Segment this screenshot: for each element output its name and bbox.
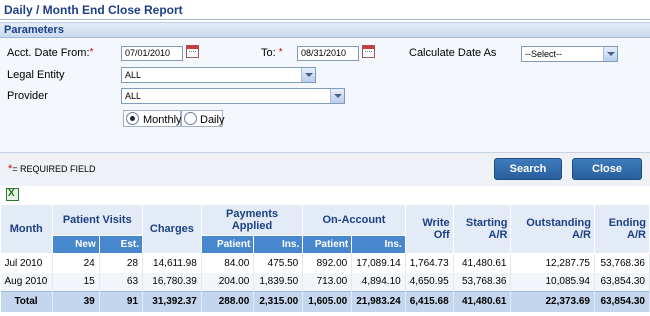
parameters-title: Parameters [4,24,64,36]
cell-ending-ar: 53,768.36 [594,253,650,273]
excel-export-icon[interactable] [6,188,19,201]
cell-total-starting-ar: 41,480.61 [453,291,512,312]
cell-month: Jul 2010 [0,253,53,273]
parameters-header: Parameters [0,22,650,38]
calculate-date-as-value: --Select-- [525,49,563,59]
calculate-date-as-label: Calculate Date As [409,47,497,59]
cell-total-est: 91 [99,291,144,312]
provider-label: Provider [7,90,48,102]
chevron-down-icon [330,89,344,103]
legal-entity-label: Legal Entity [7,69,65,81]
to-date-label: To: * [261,47,283,59]
close-button[interactable]: Close [572,158,642,180]
required-marker: * [278,47,283,58]
col-onacct-ins: Ins. [351,235,406,254]
cell-total-ending-ar: 63,854.30 [594,291,650,312]
cell-oa-patient: 713.00 [302,272,353,292]
cell-outstanding-ar: 10,085.94 [510,272,595,292]
legal-entity-select[interactable]: ALL [121,67,316,83]
col-payments-ins: Ins. [253,235,304,254]
report-title-bar: Daily / Month End Close Report [0,0,650,20]
col-visits-est: Est. [98,235,144,254]
cell-total-outstanding-ar: 22,373.69 [510,291,595,312]
cell-new: 24 [52,253,100,273]
to-date-input[interactable]: 08/31/2010 [297,46,359,61]
col-on-account: On-Account [302,204,406,236]
col-starting-ar: Starting A/R [452,204,512,254]
cell-starting-ar: 41,480.61 [453,253,512,273]
report-table: Month Patient Visits Charges Payments Ap… [0,204,650,312]
monthly-radio-label[interactable]: Monthly [143,114,182,126]
provider-select[interactable]: ALL [121,88,345,104]
calculate-date-as-select[interactable]: --Select-- [521,46,618,62]
col-patient-visits: Patient Visits [51,204,144,236]
search-button[interactable]: Search [494,158,562,180]
cell-oa-ins: 4,894.10 [351,272,406,292]
cell-total-charges: 31,392.37 [142,291,202,312]
cell-charges: 16,780.39 [142,272,202,292]
table-row: Jul 2010 24 28 14,611.98 84.00 475.50 89… [0,253,650,273]
daily-radio-label[interactable]: Daily [200,114,224,126]
cell-est: 28 [99,253,144,273]
legal-entity-value: ALL [125,70,142,80]
cell-est: 63 [99,272,144,292]
col-write-off: Write Off [404,204,454,254]
col-charges: Charges [142,204,202,254]
col-visits-new: New [51,235,100,254]
page-title: Daily / Month End Close Report [4,3,183,17]
cell-starting-ar: 53,768.36 [453,272,512,292]
monthly-radio[interactable] [126,112,139,125]
calendar-icon[interactable] [186,45,199,58]
cell-write-off: 4,650.95 [405,272,454,292]
cell-pay-patient: 204.00 [201,272,255,292]
cell-pay-ins: 1,839.50 [253,272,304,292]
daily-radio[interactable] [184,112,197,125]
acct-date-from-input[interactable]: 07/01/2010 [121,46,183,61]
calendar-icon[interactable] [362,45,375,58]
cell-total-oa-patient: 1,605.00 [302,291,353,312]
cell-ending-ar: 63,854.30 [594,272,650,292]
col-month: Month [0,204,53,254]
cell-total-pay-ins: 2,315.00 [253,291,304,312]
cell-new: 15 [52,272,100,292]
table-row: Aug 2010 15 63 16,780.39 204.00 1,839.50… [0,272,650,292]
parameters-panel: Acct. Date From:* 07/01/2010 To: * 08/31… [0,38,650,152]
cell-total-label: Total [0,291,53,312]
cell-oa-patient: 892.00 [302,253,353,273]
cell-total-write-off: 6,415.68 [405,291,454,312]
cell-charges: 14,611.98 [142,253,202,273]
cell-write-off: 1,764.73 [405,253,454,273]
total-row: Total 39 91 31,392.37 288.00 2,315.00 1,… [0,291,650,312]
cell-pay-ins: 475.50 [253,253,304,273]
cell-total-new: 39 [52,291,100,312]
chevron-down-icon [603,47,617,61]
provider-value: ALL [125,91,142,101]
chevron-down-icon [301,68,315,82]
col-outstanding-ar: Outstanding A/R [510,204,595,254]
required-field-note: *= REQUIRED FIELD [8,163,96,175]
col-payments-patient: Patient [200,235,255,254]
cell-total-pay-patient: 288.00 [201,291,255,312]
acct-date-from-label: Acct. Date From:* [7,47,94,59]
cell-total-oa-ins: 21,983.24 [351,291,406,312]
required-marker: * [89,47,94,58]
cell-outstanding-ar: 12,287.75 [510,253,595,273]
col-ending-ar: Ending A/R [593,204,650,254]
cell-oa-ins: 17,089.14 [351,253,406,273]
col-payments-applied: Payments Applied [200,204,304,236]
col-onacct-patient: Patient [302,235,353,254]
cell-pay-patient: 84.00 [201,253,255,273]
action-bar: *= REQUIRED FIELD Search Close [0,152,650,186]
cell-month: Aug 2010 [0,272,53,292]
